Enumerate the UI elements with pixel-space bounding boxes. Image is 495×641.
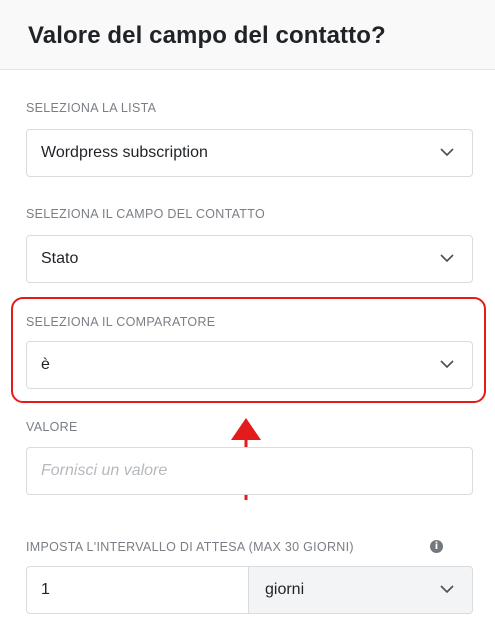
value-input[interactable] bbox=[27, 448, 472, 494]
wait-interval-label: IMPOSTA L'INTERVALLO DI ATTESA (MAX 30 G… bbox=[26, 540, 354, 554]
comparator-select[interactable]: è bbox=[26, 341, 473, 389]
contact-field-select-value: Stato bbox=[41, 250, 79, 267]
wait-unit-value: giorni bbox=[265, 581, 305, 598]
contact-field-select[interactable]: Stato bbox=[26, 235, 473, 283]
list-select-value: Wordpress subscription bbox=[41, 144, 208, 161]
page-title: Valore del campo del contatto? bbox=[28, 22, 386, 49]
chevron-down-icon bbox=[440, 254, 454, 263]
wait-amount-value: 1 bbox=[41, 581, 50, 598]
comparator-label: SELEZIONA IL COMPARATORE bbox=[26, 315, 216, 329]
panel-header: Valore del campo del contatto? bbox=[0, 0, 495, 70]
contact-field-label: SELEZIONA IL CAMPO DEL CONTATTO bbox=[26, 207, 265, 221]
value-input-box[interactable] bbox=[26, 447, 473, 495]
comparator-select-value: è bbox=[41, 356, 50, 373]
chevron-down-icon bbox=[440, 360, 454, 369]
wait-amount-input[interactable]: 1 bbox=[26, 566, 248, 614]
info-icon[interactable]: i bbox=[430, 540, 443, 553]
wait-unit-select[interactable]: giorni bbox=[248, 566, 473, 614]
list-label: SELEZIONA LA LISTA bbox=[26, 101, 157, 115]
wait-interval-control: 1 giorni bbox=[26, 566, 473, 614]
chevron-down-icon bbox=[440, 585, 454, 594]
value-label: VALORE bbox=[26, 420, 78, 434]
chevron-down-icon bbox=[440, 148, 454, 157]
list-select[interactable]: Wordpress subscription bbox=[26, 129, 473, 177]
